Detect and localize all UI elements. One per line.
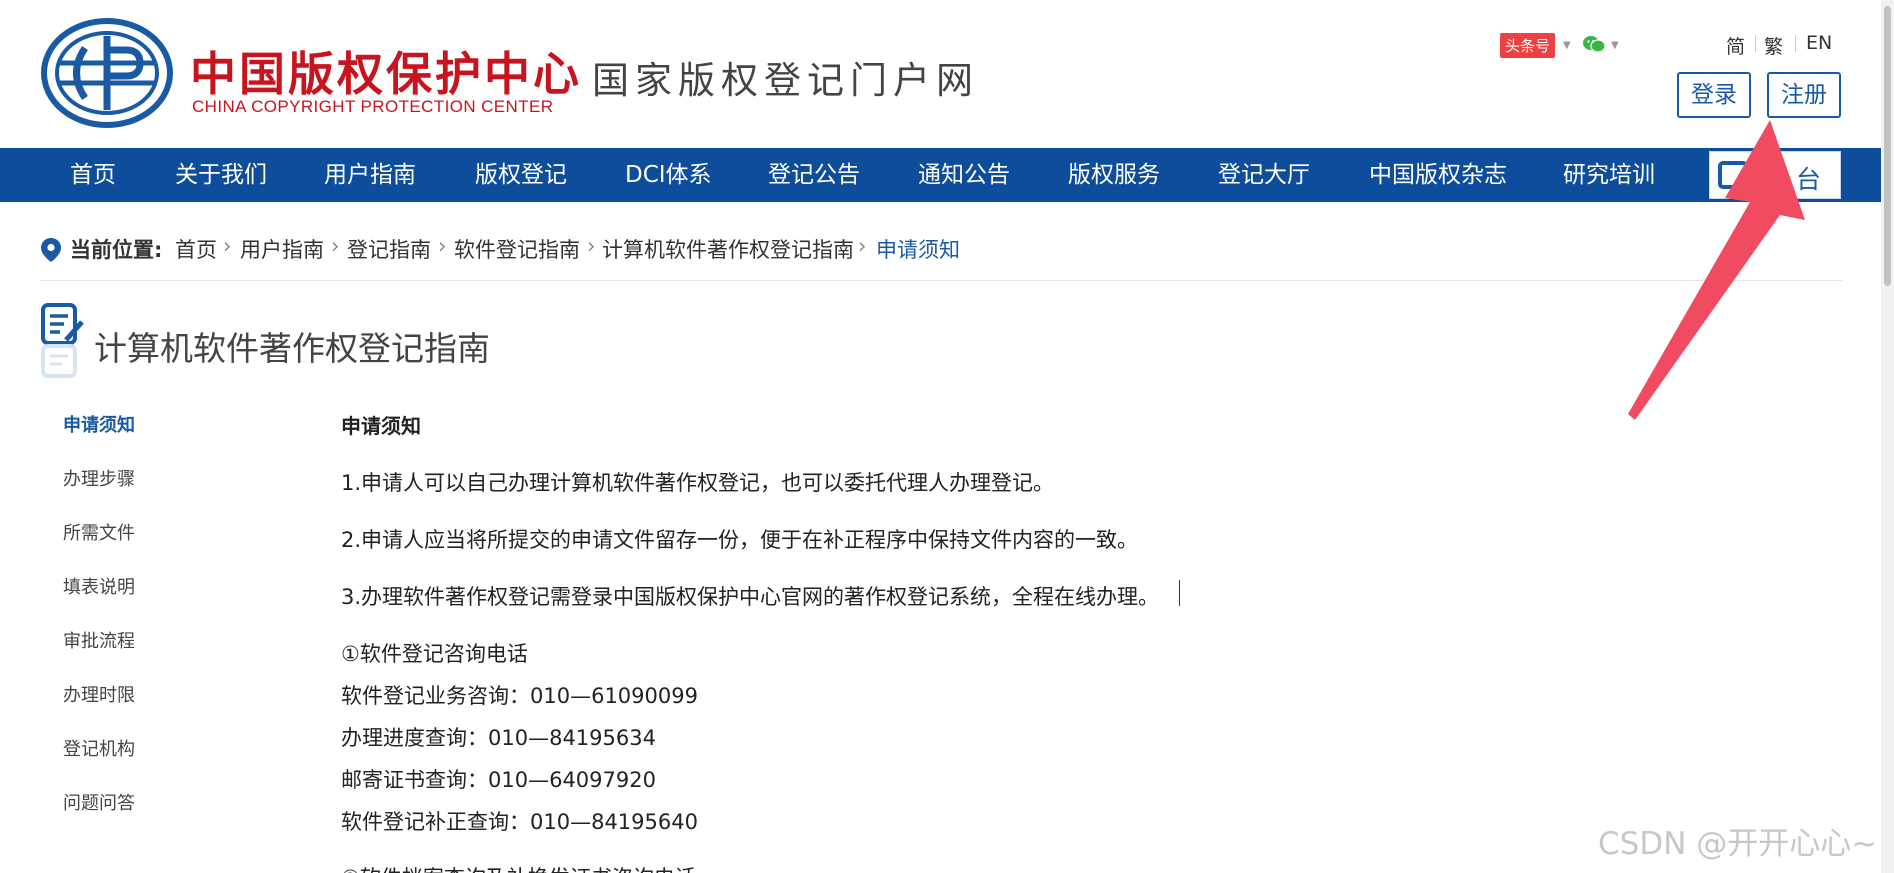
portal-title: 国家版权登记门户网 <box>592 59 979 102</box>
location-pin-icon <box>41 238 61 262</box>
side-menu-item-approval-process[interactable]: 审批流程 <box>63 627 135 653</box>
csdn-watermark: CSDN @开开心心~ <box>1598 826 1878 862</box>
chevron-right-icon: › <box>438 234 447 258</box>
page-title: 计算机软件著作权登记指南 <box>94 329 490 368</box>
phone-heading: ①软件登记咨询电话 <box>341 642 528 666</box>
wechat-icon[interactable] <box>1582 34 1606 54</box>
scrollbar-thumb[interactable] <box>1884 6 1891 286</box>
nav-item-research-training[interactable]: 研究培训 <box>1563 148 1655 202</box>
nav-item-announcements[interactable]: 通知公告 <box>918 148 1010 202</box>
lang-divider <box>1795 35 1796 52</box>
chevron-right-icon: › <box>223 234 232 258</box>
side-menu-item-application-notes[interactable]: 申请须知 <box>63 411 135 437</box>
chevron-down-icon: ▼ <box>1611 40 1619 51</box>
chevron-right-icon: › <box>587 234 596 258</box>
nav-item-registration-notices[interactable]: 登记公告 <box>768 148 860 202</box>
platform-button[interactable]: 台 <box>1709 151 1841 199</box>
breadcrumb-user-guide[interactable]: 用户指南 <box>240 234 324 264</box>
breadcrumb-software-copyright-guide[interactable]: 计算机软件著作权登记指南 <box>602 234 854 264</box>
nav-item-registration-hall[interactable]: 登记大厅 <box>1218 148 1310 202</box>
platform-icon <box>1718 161 1748 189</box>
org-name-cn[interactable]: 中国版权保护中心 <box>190 38 582 104</box>
phone-line: 办理进度查询：010—84195634 <box>341 726 656 750</box>
breadcrumb-label: 当前位置: <box>70 238 163 262</box>
org-name-en: CHINA COPYRIGHT PROTECTION CENTER <box>192 97 554 116</box>
document-edit-icon <box>41 303 84 378</box>
site-header: 中国版权保护中心 CHINA COPYRIGHT PROTECTION CENT… <box>0 0 1880 148</box>
text-cursor <box>1179 580 1180 606</box>
breadcrumb-divider <box>40 280 1842 281</box>
side-menu-item-form-instructions[interactable]: 填表说明 <box>63 573 135 599</box>
side-menu-item-faq[interactable]: 问题问答 <box>63 789 135 815</box>
page-scrollbar[interactable] <box>1881 0 1894 873</box>
content-heading: 申请须知 <box>341 414 421 438</box>
breadcrumb-registration-guide[interactable]: 登记指南 <box>347 234 431 264</box>
breadcrumb-home[interactable]: 首页 <box>175 234 217 264</box>
phone-line: 软件登记补正查询：010—84195640 <box>341 810 698 834</box>
nav-item-copyright-services[interactable]: 版权服务 <box>1068 148 1160 202</box>
ccpc-logo-icon[interactable] <box>40 18 174 128</box>
side-menu-item-required-documents[interactable]: 所需文件 <box>63 519 135 545</box>
nav-item-copyright-registration[interactable]: 版权登记 <box>475 148 567 202</box>
side-menu-item-registration-agency[interactable]: 登记机构 <box>63 735 135 761</box>
content-paragraph: 3.办理软件著作权登记需登录中国版权保护中心官网的著作权登记系统，全程在线办理。 <box>341 585 1160 609</box>
content-paragraph: 2.申请人应当将所提交的申请文件留存一份，便于在补正程序中保持文件内容的一致。 <box>341 528 1139 552</box>
lang-traditional[interactable]: 繁 <box>1764 32 1783 59</box>
content-paragraph: 1.申请人可以自己办理计算机软件著作权登记，也可以委托代理人办理登记。 <box>341 471 1055 495</box>
lang-divider <box>1755 35 1756 52</box>
side-menu-item-time-limit[interactable]: 办理时限 <box>63 681 135 707</box>
lang-simplified[interactable]: 简 <box>1726 32 1745 59</box>
register-button[interactable]: 注册 <box>1767 72 1841 118</box>
nav-item-about[interactable]: 关于我们 <box>175 148 267 202</box>
nav-item-dci[interactable]: DCI体系 <box>625 148 712 202</box>
lang-english[interactable]: EN <box>1806 32 1832 54</box>
toutiao-badge[interactable]: 头条号 <box>1500 33 1556 58</box>
login-button[interactable]: 登录 <box>1677 72 1751 118</box>
chevron-right-icon: › <box>331 234 340 258</box>
nav-item-home[interactable]: 首页 <box>70 148 116 202</box>
chevron-right-icon: › <box>858 234 867 258</box>
main-nav: 首页 关于我们 用户指南 版权登记 DCI体系 登记公告 通知公告 版权服务 登… <box>0 148 1882 202</box>
phone-line: 邮寄证书查询：010—64097920 <box>341 768 656 792</box>
breadcrumb-current: 申请须知 <box>876 238 960 262</box>
nav-item-user-guide[interactable]: 用户指南 <box>324 148 416 202</box>
phone-line: 软件登记业务咨询：010—61090099 <box>341 684 698 708</box>
platform-label: 台 <box>1796 165 1822 194</box>
chevron-down-icon: ▼ <box>1563 40 1571 51</box>
side-menu-item-steps[interactable]: 办理步骤 <box>63 465 135 491</box>
breadcrumb-software-guide[interactable]: 软件登记指南 <box>454 234 580 264</box>
nav-item-magazine[interactable]: 中国版权杂志 <box>1369 148 1507 202</box>
archive-phone-heading: ②软件档案查询及补换发证书咨询电话 <box>341 862 696 873</box>
